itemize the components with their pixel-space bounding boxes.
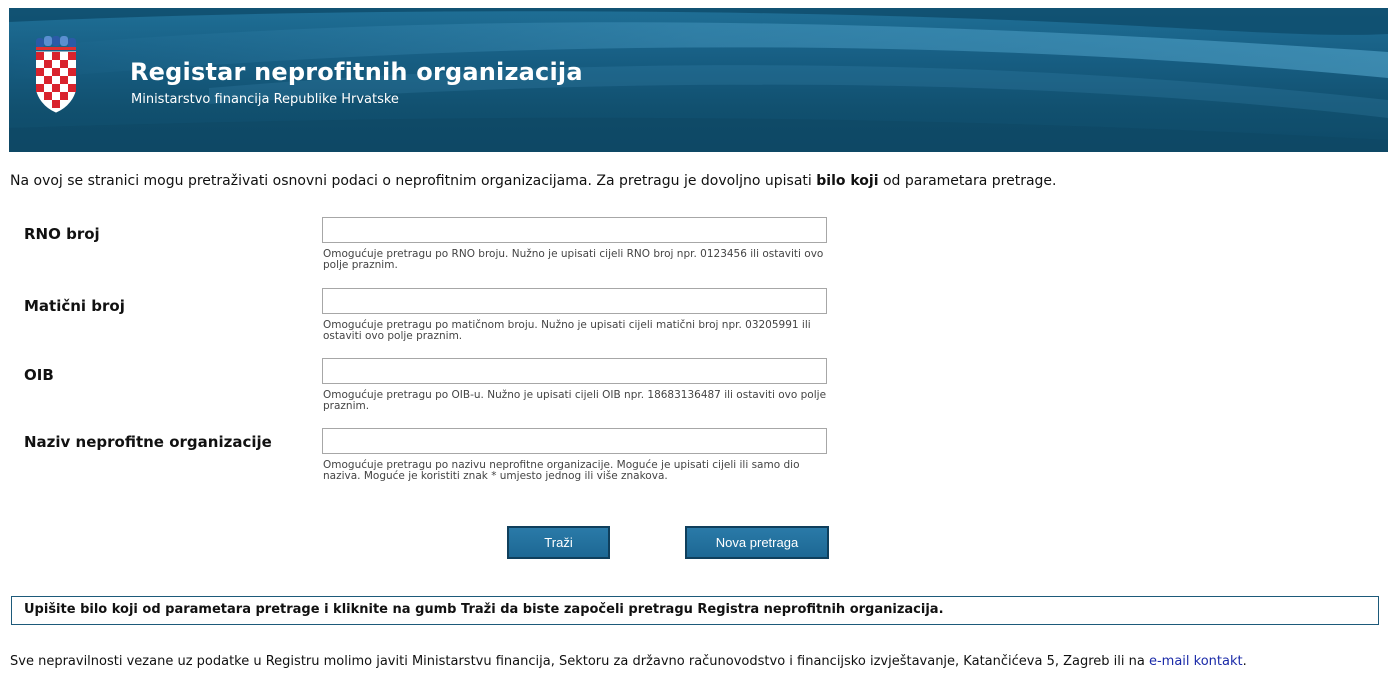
oib-input[interactable]	[322, 358, 827, 384]
croatian-coat-of-arms-icon	[36, 36, 76, 113]
footer-message: Sve nepravilnosti vezane uz podatke u Re…	[10, 654, 1149, 669]
oib-help-text: Omogućuje pretragu po OIB-u. Nužno je up…	[323, 389, 827, 412]
rno-input[interactable]	[322, 217, 827, 243]
maticni-broj-input[interactable]	[322, 288, 827, 314]
naziv-label: Naziv neprofitne organizacije	[24, 433, 272, 451]
page: Registar neprofitnih organizacija Minist…	[0, 0, 1392, 693]
maticni-broj-help-text: Omogućuje pretragu po matičnom broju. Nu…	[323, 319, 811, 342]
naziv-input[interactable]	[322, 428, 827, 454]
naziv-help-text: Omogućuje pretragu po nazivu neprofitne …	[323, 459, 800, 482]
rno-help-text: Omogućuje pretragu po RNO broju. Nužno j…	[323, 248, 824, 271]
intro-text-end: od parametara pretrage.	[878, 173, 1057, 189]
intro-text-start: Na ovoj se stranici mogu pretraživati os…	[10, 173, 817, 189]
page-subtitle: Ministarstvo financija Republike Hrvatsk…	[131, 92, 399, 107]
info-notice: Upišite bilo koji od parametara pretrage…	[11, 596, 1379, 625]
search-button[interactable]: Traži	[507, 526, 610, 559]
page-title: Registar neprofitnih organizacija	[130, 58, 583, 86]
new-search-button[interactable]: Nova pretraga	[685, 526, 829, 559]
intro-text-bold: bilo koji	[816, 173, 879, 189]
rno-label: RNO broj	[24, 225, 100, 243]
oib-label: OIB	[24, 366, 54, 384]
intro-text: Na ovoj se stranici mogu pretraživati os…	[10, 173, 1057, 189]
footer-end: .	[1242, 654, 1247, 669]
maticni-broj-label: Matični broj	[24, 297, 125, 315]
header-banner: Registar neprofitnih organizacija Minist…	[9, 8, 1388, 152]
footer-text: Sve nepravilnosti vezane uz podatke u Re…	[10, 653, 1385, 670]
email-contact-link[interactable]: e-mail kontakt	[1149, 654, 1243, 669]
